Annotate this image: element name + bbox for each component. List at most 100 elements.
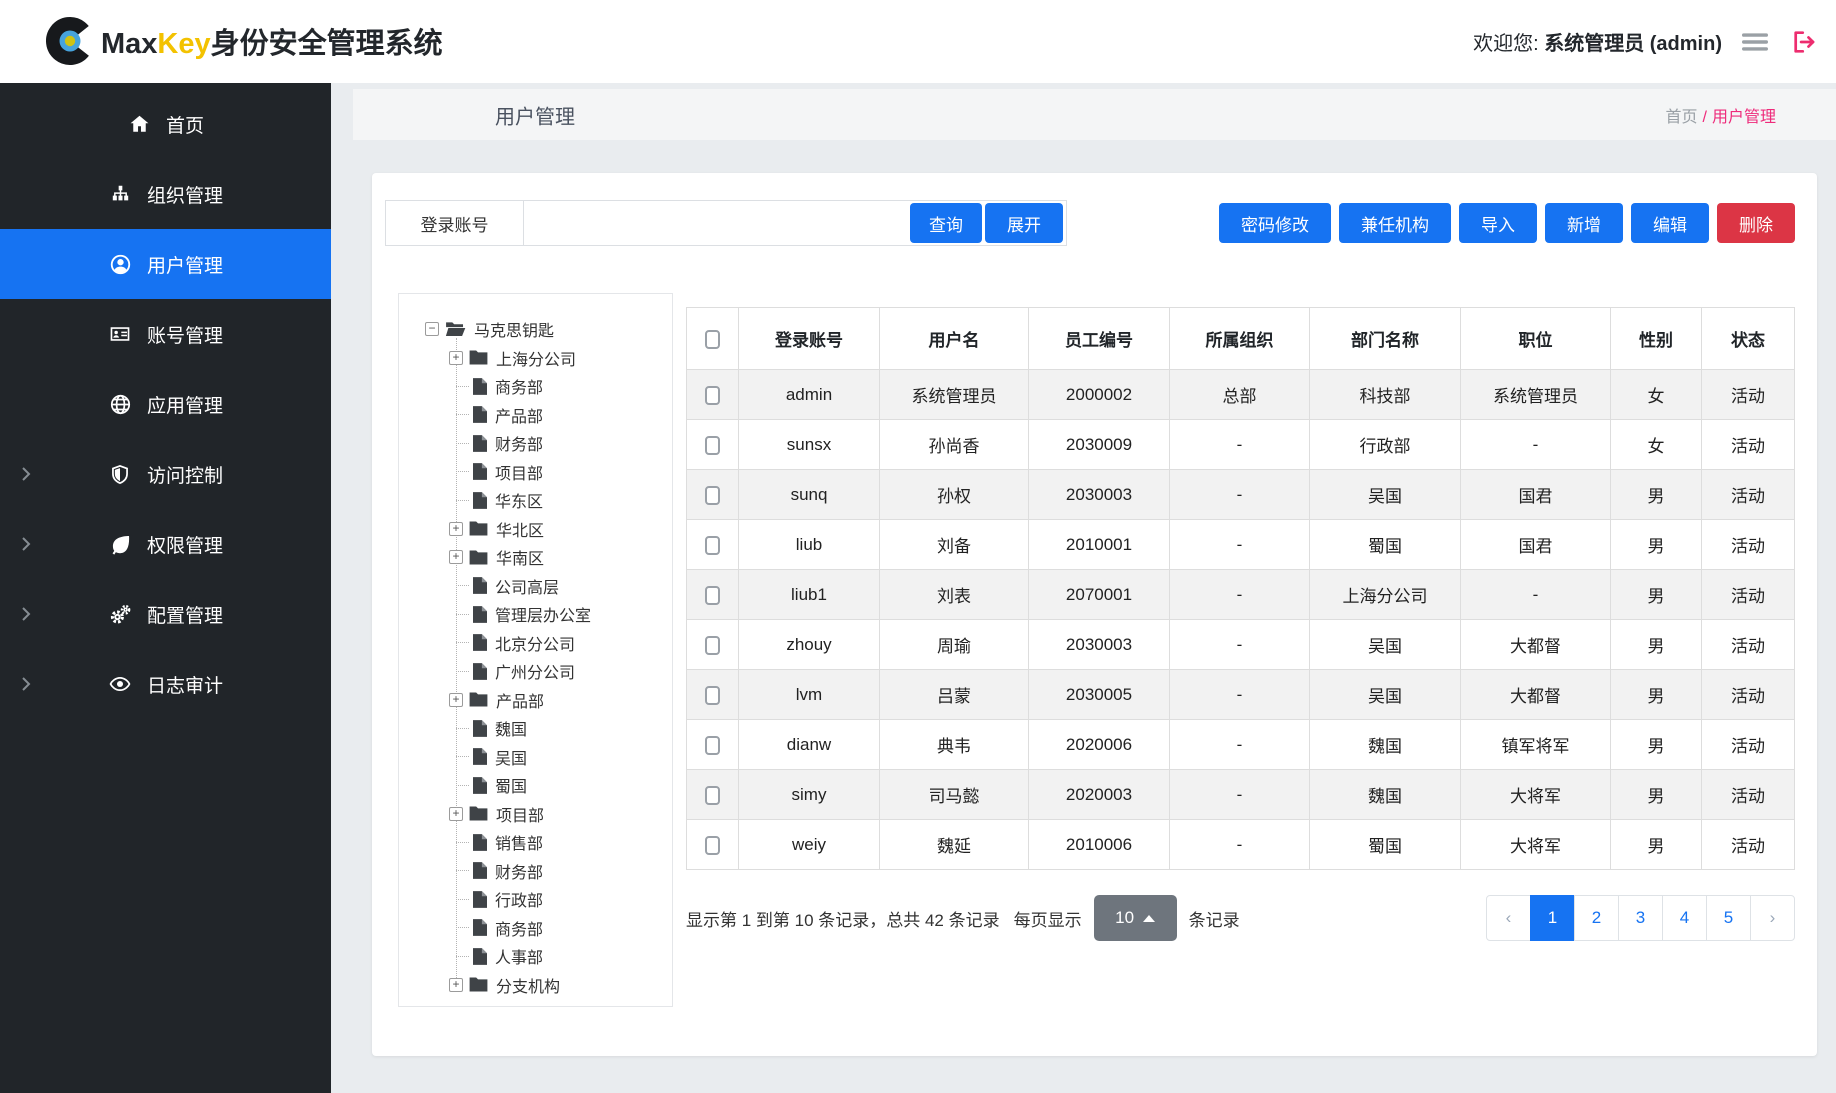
tree-node[interactable]: 财务部 [399,429,672,458]
page-2-button[interactable]: 2 [1574,895,1619,941]
tree-node[interactable]: +分支机构 [399,971,672,1000]
table-cell: liub1 [739,570,880,620]
select-all-checkbox[interactable] [705,330,720,349]
tree-node[interactable]: 北京分公司 [399,629,672,658]
table-row[interactable]: sunq孙权2030003-吴国国君男活动 [687,470,1795,520]
query-button[interactable]: 查询 [910,203,982,243]
table-row[interactable]: admin系统管理员2000002总部科技部系统管理员女活动 [687,370,1795,420]
row-checkbox[interactable] [705,486,720,505]
table-row[interactable]: liub1刘表2070001-上海分公司-男活动 [687,570,1795,620]
logout-icon[interactable] [1790,29,1817,55]
collapse-toggle[interactable]: − [425,322,439,336]
tree-node[interactable]: +上海分公司 [399,344,672,373]
expand-toggle[interactable]: + [449,807,463,821]
sidebar-item-user-mgmt[interactable]: 用户管理 [0,229,331,299]
tree-node[interactable]: −马克思钥匙 [399,315,672,344]
column-header[interactable]: 性别 [1611,308,1702,370]
tree-node[interactable]: 项目部 [399,458,672,487]
tree-node[interactable]: 蜀国 [399,771,672,800]
column-header[interactable]: 所属组织 [1170,308,1310,370]
sidebar-item-app-mgmt[interactable]: 应用管理 [0,369,331,439]
table-row[interactable]: simy司马懿2020003-魏国大将军男活动 [687,770,1795,820]
delete-button[interactable]: 删除 [1717,203,1795,243]
row-checkbox[interactable] [705,636,720,655]
expand-toggle[interactable]: + [449,351,463,365]
row-checkbox[interactable] [705,436,720,455]
idcard-icon [108,323,133,345]
table-row[interactable]: weiy魏延2010006-蜀国大将军男活动 [687,820,1795,870]
row-checkbox[interactable] [705,836,720,855]
table-row[interactable]: zhouy周瑜2030003-吴国大都督男活动 [687,620,1795,670]
page-5-button[interactable]: 5 [1706,895,1751,941]
column-header[interactable]: 状态 [1702,308,1795,370]
table-row[interactable]: lvm吕蒙2030005-吴国大都督男活动 [687,670,1795,720]
expand-toggle[interactable]: + [449,550,463,564]
breadcrumb-home[interactable]: 首页 [1666,109,1698,126]
tree-node[interactable]: 产品部 [399,401,672,430]
column-header[interactable]: 职位 [1461,308,1611,370]
brand[interactable]: MaxKey身份安全管理系统 [44,15,443,67]
column-header[interactable]: 登录账号 [739,308,880,370]
page-3-button[interactable]: 3 [1618,895,1663,941]
expand-toggle[interactable]: + [449,522,463,536]
expand-toggle[interactable]: + [449,978,463,992]
tree-node[interactable]: 华东区 [399,486,672,515]
row-checkbox[interactable] [705,536,720,555]
add-button[interactable]: 新增 [1545,203,1623,243]
tree-node[interactable]: 魏国 [399,714,672,743]
tree-node[interactable]: 商务部 [399,372,672,401]
edit-button[interactable]: 编辑 [1631,203,1709,243]
row-checkbox[interactable] [705,686,720,705]
concurrent-org-button[interactable]: 兼任机构 [1339,203,1451,243]
row-checkbox[interactable] [705,386,720,405]
sidebar-item-access-control[interactable]: 访问控制 [0,439,331,509]
expand-toggle[interactable]: + [449,693,463,707]
tree-node[interactable]: 财务部 [399,857,672,886]
sidebar-item-home[interactable]: 首页 [0,89,331,159]
table-cell: 活动 [1702,820,1795,870]
tree-connector [456,756,469,757]
table-row[interactable]: dianw典韦2020006-魏国镇军将军男活动 [687,720,1795,770]
tree-node[interactable]: 商务部 [399,914,672,943]
tree-node[interactable]: 管理层办公室 [399,600,672,629]
tree-node-label: 人事部 [495,944,543,968]
login-account-input[interactable] [524,201,910,245]
folder-icon [469,550,488,565]
tree-node[interactable]: 销售部 [399,828,672,857]
tree-node[interactable]: 广州分公司 [399,657,672,686]
sidebar-item-account-mgmt[interactable]: 账号管理 [0,299,331,369]
import-button[interactable]: 导入 [1459,203,1537,243]
table-row[interactable]: sunsx孙尚香2030009-行政部-女活动 [687,420,1795,470]
page-next-button[interactable]: › [1750,895,1795,941]
tree-node[interactable]: 人事部 [399,942,672,971]
tree-node[interactable]: +华南区 [399,543,672,572]
row-checkbox[interactable] [705,586,720,605]
table-row[interactable]: liub刘备2010001-蜀国国君男活动 [687,520,1795,570]
tree-node[interactable]: +产品部 [399,686,672,715]
tree-node[interactable]: +项目部 [399,800,672,829]
column-header[interactable]: 员工编号 [1029,308,1170,370]
column-header[interactable]: 用户名 [880,308,1029,370]
menu-bars-icon[interactable] [1742,30,1770,54]
row-checkbox[interactable] [705,736,720,755]
brand-title: MaxKey身份安全管理系统 [101,20,443,62]
sidebar-item-config-mgmt[interactable]: 配置管理 [0,579,331,649]
caret-up-icon [1143,915,1155,922]
tree-node[interactable]: 吴国 [399,743,672,772]
page-prev-button[interactable]: ‹ [1486,895,1531,941]
row-checkbox[interactable] [705,786,720,805]
sidebar-item-org-mgmt[interactable]: 组织管理 [0,159,331,229]
sidebar-item-log-audit[interactable]: 日志审计 [0,649,331,719]
expand-button[interactable]: 展开 [985,203,1063,243]
password-modify-button[interactable]: 密码修改 [1219,203,1331,243]
page-size-dropdown[interactable]: 10 [1094,895,1177,941]
column-header[interactable]: 部门名称 [1310,308,1461,370]
tree-node-label: 商务部 [495,374,543,398]
page-4-button[interactable]: 4 [1662,895,1707,941]
tree-node[interactable]: 行政部 [399,885,672,914]
tree-node[interactable]: +华北区 [399,515,672,544]
sidebar-item-perm-mgmt[interactable]: 权限管理 [0,509,331,579]
page-1-button[interactable]: 1 [1530,895,1575,941]
current-user: 系统管理员 (admin) [1544,33,1722,55]
tree-node[interactable]: 公司高层 [399,572,672,601]
